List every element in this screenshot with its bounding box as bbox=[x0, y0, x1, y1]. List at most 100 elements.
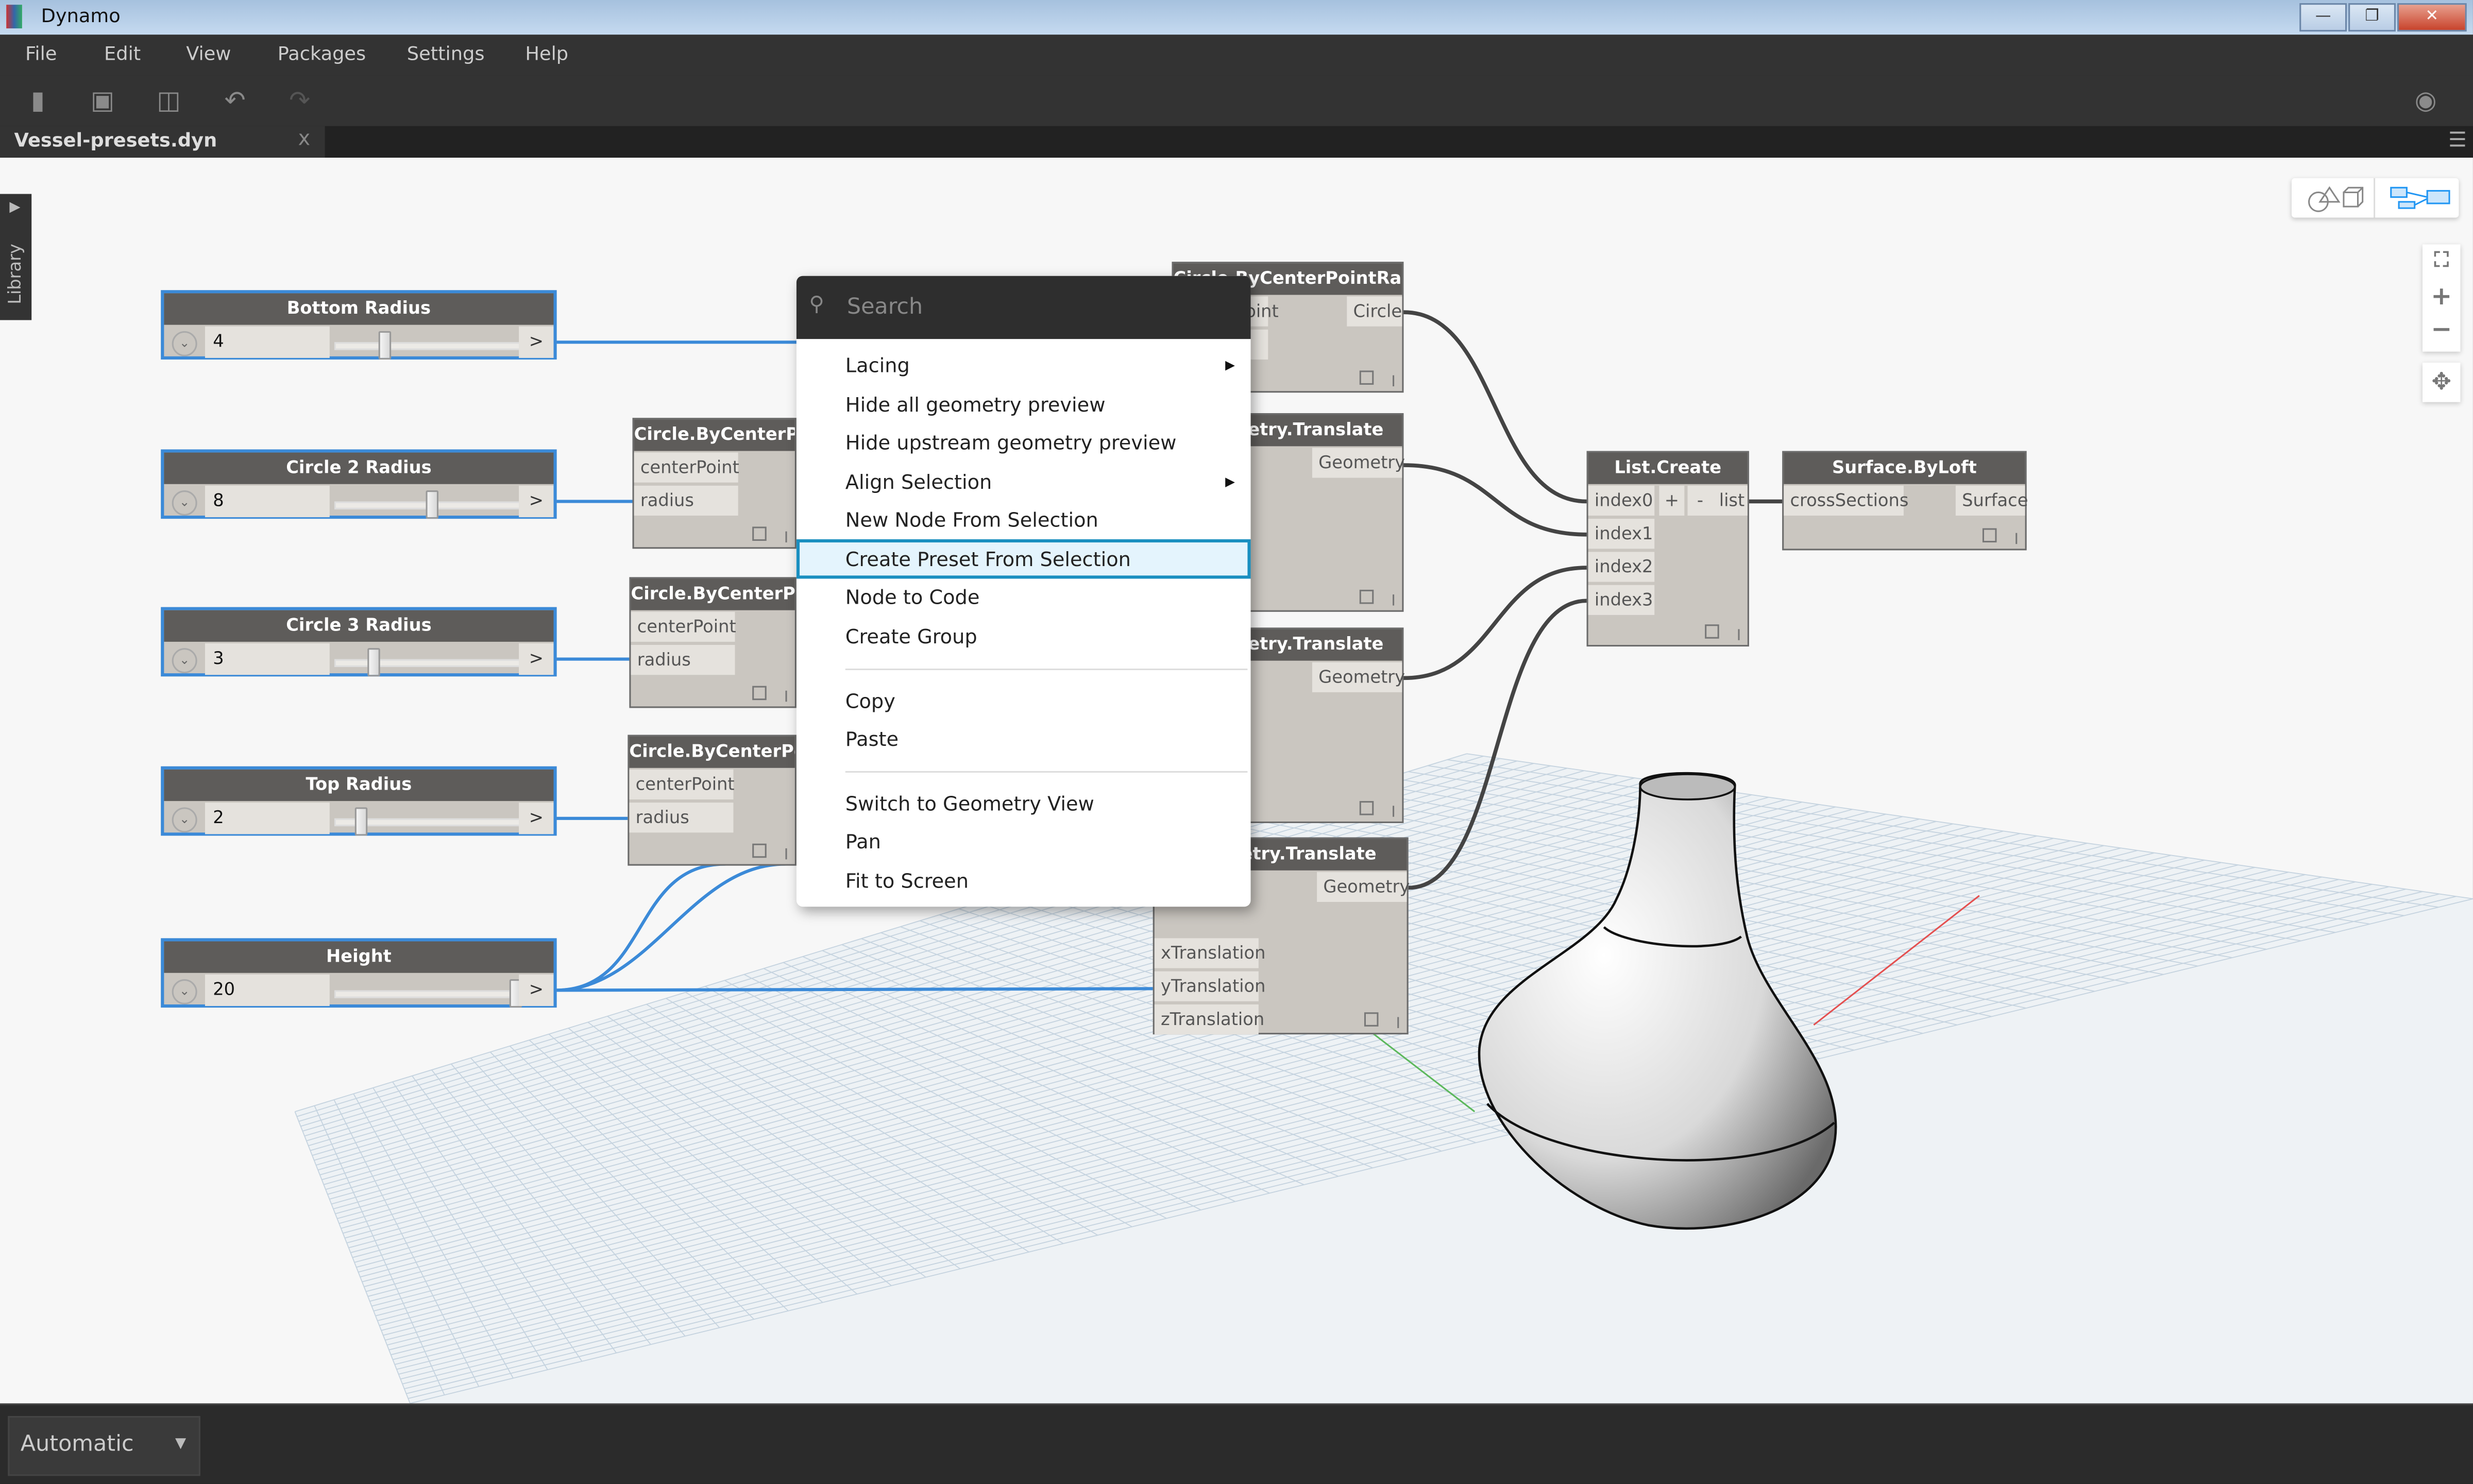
output-port-geometry[interactable]: Geometry bbox=[1312, 448, 1405, 478]
slider-track[interactable] bbox=[334, 659, 521, 667]
menu-view[interactable]: View bbox=[186, 43, 231, 65]
menu-edit[interactable]: Edit bbox=[104, 43, 141, 65]
close-button[interactable]: ✕ bbox=[2397, 3, 2467, 32]
input-port-radius[interactable]: radius bbox=[634, 485, 738, 516]
slider-next-button[interactable]: > bbox=[519, 485, 554, 518]
input-port-xtranslation[interactable]: xTranslation bbox=[1154, 938, 1265, 968]
slider-value-field[interactable]: 2 bbox=[205, 803, 330, 834]
number-slider-node[interactable]: Circle 3 Radius ⌄ 3 > bbox=[161, 607, 557, 677]
menu-file[interactable]: File bbox=[25, 43, 57, 65]
menu-item-pan[interactable]: Pan bbox=[797, 822, 1251, 861]
menu-item-node-to-code[interactable]: Node to Code bbox=[797, 577, 1251, 617]
output-port-surface[interactable]: Surface bbox=[1955, 485, 2028, 516]
menu-item-copy[interactable]: Copy bbox=[797, 681, 1251, 721]
library-toggle[interactable]: ▶ Library bbox=[0, 194, 32, 320]
menu-item-hide-upstream-geometry-preview[interactable]: Hide upstream geometry preview bbox=[797, 422, 1251, 462]
input-port-centerpoint[interactable]: centerPoint bbox=[634, 452, 739, 483]
expand-chevron-icon[interactable]: ⌄ bbox=[172, 490, 197, 516]
expand-chevron-icon[interactable]: ⌄ bbox=[172, 979, 197, 1004]
redo-icon[interactable]: ↷ bbox=[285, 86, 314, 115]
menu-item-paste[interactable]: Paste bbox=[797, 719, 1251, 759]
slider-track[interactable] bbox=[334, 342, 521, 350]
slider-thumb[interactable] bbox=[426, 490, 439, 519]
add-input-button[interactable]: + bbox=[1659, 485, 1685, 516]
input-port-index0[interactable]: index0 bbox=[1588, 485, 1655, 516]
tab-close-button[interactable]: x bbox=[298, 128, 311, 151]
geometry-view-icon[interactable] bbox=[2304, 184, 2364, 213]
slider-value-field[interactable]: 8 bbox=[205, 485, 330, 518]
save-icon[interactable]: ◫ bbox=[155, 86, 183, 115]
menu-item-align-selection[interactable]: Align Selection ▶ bbox=[797, 462, 1251, 502]
graph-view-icon[interactable] bbox=[2390, 186, 2452, 211]
menu-item-hide-all-geometry-preview[interactable]: Hide all geometry preview bbox=[797, 385, 1251, 424]
preview-toggle-icon[interactable] bbox=[752, 843, 767, 858]
input-port-index2[interactable]: index2 bbox=[1588, 552, 1655, 582]
preview-toggle-icon[interactable] bbox=[1359, 801, 1374, 815]
input-port-centerpoint[interactable]: centerPoint bbox=[629, 769, 735, 800]
slider-next-button[interactable]: > bbox=[519, 974, 554, 1007]
node-list-create[interactable]: List.Create index0 index1 index2 index3 list +… bbox=[1586, 451, 1749, 647]
preview-toggle-icon[interactable] bbox=[1982, 528, 1997, 543]
input-port-radius[interactable]: radius bbox=[629, 803, 734, 833]
slider-value-field[interactable]: 20 bbox=[205, 974, 330, 1007]
fit-screen-icon[interactable]: ⛶ bbox=[2423, 249, 2460, 273]
slider-value-field[interactable]: 3 bbox=[205, 643, 330, 675]
input-port-index1[interactable]: index1 bbox=[1588, 519, 1655, 549]
hamburger-menu-icon[interactable]: ☰ bbox=[2448, 129, 2467, 153]
input-port-crosssections[interactable]: crossSections bbox=[1784, 485, 1908, 516]
restore-button[interactable]: ❐ bbox=[2348, 3, 2396, 32]
menu-item-lacing[interactable]: Lacing ▶ bbox=[797, 345, 1251, 385]
output-port-geometry[interactable]: Geometry bbox=[1317, 872, 1410, 902]
expand-chevron-icon[interactable]: ⌄ bbox=[172, 648, 197, 674]
minimize-button[interactable]: — bbox=[2299, 3, 2347, 32]
slider-next-button[interactable]: > bbox=[519, 643, 554, 675]
preview-toggle-icon[interactable] bbox=[1359, 370, 1374, 385]
input-port-radius[interactable]: radius bbox=[631, 645, 735, 675]
menu-settings[interactable]: Settings bbox=[407, 43, 485, 65]
number-slider-node[interactable]: Top Radius ⌄ 2 > bbox=[161, 766, 557, 836]
input-port-index3[interactable]: index3 bbox=[1588, 585, 1655, 615]
slider-track[interactable] bbox=[334, 990, 521, 998]
input-port-ytranslation[interactable]: yTranslation bbox=[1154, 971, 1265, 1001]
node-circle-bycenterpointradius[interactable]: Circle.ByCenterPointRadiuscenterPointrad… bbox=[632, 418, 797, 549]
number-slider-node[interactable]: Circle 2 Radius ⌄ 8 > bbox=[161, 449, 557, 519]
output-port-circle[interactable]: Circle bbox=[1347, 296, 1402, 327]
zoom-out-icon[interactable]: − bbox=[2423, 314, 2460, 344]
remove-input-button[interactable]: - bbox=[1687, 485, 1713, 516]
node-circle-bycenterpointradius[interactable]: Circle.ByCenterPointRadiuscenterPointrad… bbox=[628, 735, 797, 866]
node-circle-bycenterpointradius[interactable]: Circle.ByCenterPointRadiuscenterPointrad… bbox=[629, 577, 797, 708]
expand-chevron-icon[interactable]: ⌄ bbox=[172, 807, 197, 833]
open-file-icon[interactable]: ▣ bbox=[88, 86, 116, 115]
expand-chevron-icon[interactable]: ⌄ bbox=[172, 331, 197, 356]
output-port-list[interactable]: list bbox=[1713, 485, 1748, 516]
zoom-in-icon[interactable]: + bbox=[2423, 281, 2460, 311]
slider-thumb[interactable] bbox=[355, 807, 368, 836]
menu-packages[interactable]: Packages bbox=[278, 43, 366, 65]
slider-next-button[interactable]: > bbox=[519, 326, 554, 358]
number-slider-node[interactable]: Bottom Radius ⌄ 4 > bbox=[161, 290, 557, 360]
menu-item-switch-to-geometry-view[interactable]: Switch to Geometry View bbox=[797, 783, 1251, 823]
menu-item-create-group[interactable]: Create Group bbox=[797, 617, 1251, 656]
new-file-icon[interactable]: ▮ bbox=[24, 86, 52, 115]
slider-thumb[interactable] bbox=[379, 331, 392, 360]
node-surface-byloft[interactable]: Surface.ByLoft crossSections Surface bbox=[1782, 451, 2028, 551]
workspace-canvas[interactable]: Bottom Radius ⌄ 4 > Circle 2 Radius ⌄ 8 > Circle… bbox=[0, 158, 2473, 1404]
slider-next-button[interactable]: > bbox=[519, 803, 554, 834]
menu-help[interactable]: Help bbox=[525, 43, 568, 65]
slider-value-field[interactable]: 4 bbox=[205, 326, 330, 358]
preview-toggle-icon[interactable] bbox=[1364, 1012, 1379, 1027]
input-port-centerpoint[interactable]: centerPoint bbox=[631, 611, 736, 642]
undo-icon[interactable]: ↶ bbox=[221, 86, 249, 115]
preview-toggle-icon[interactable] bbox=[752, 526, 767, 541]
preview-toggle-icon[interactable] bbox=[752, 686, 767, 701]
output-port-geometry[interactable]: Geometry bbox=[1312, 662, 1405, 692]
menu-item-create-preset-from-selection[interactable]: Create Preset From Selection bbox=[796, 539, 1251, 579]
context-search[interactable]: ⚲ Search bbox=[796, 276, 1251, 339]
search-input[interactable]: Search bbox=[847, 295, 923, 320]
number-slider-node[interactable]: Height ⌄ 20 > bbox=[161, 938, 557, 1008]
camera-icon[interactable]: ◉ bbox=[2412, 86, 2440, 115]
tab-vessel-presets[interactable]: Vessel-presets.dyn x bbox=[0, 126, 325, 158]
preview-toggle-icon[interactable] bbox=[1705, 624, 1719, 639]
input-port-ztranslation[interactable]: zTranslation bbox=[1154, 1004, 1264, 1035]
slider-thumb[interactable] bbox=[368, 648, 381, 677]
